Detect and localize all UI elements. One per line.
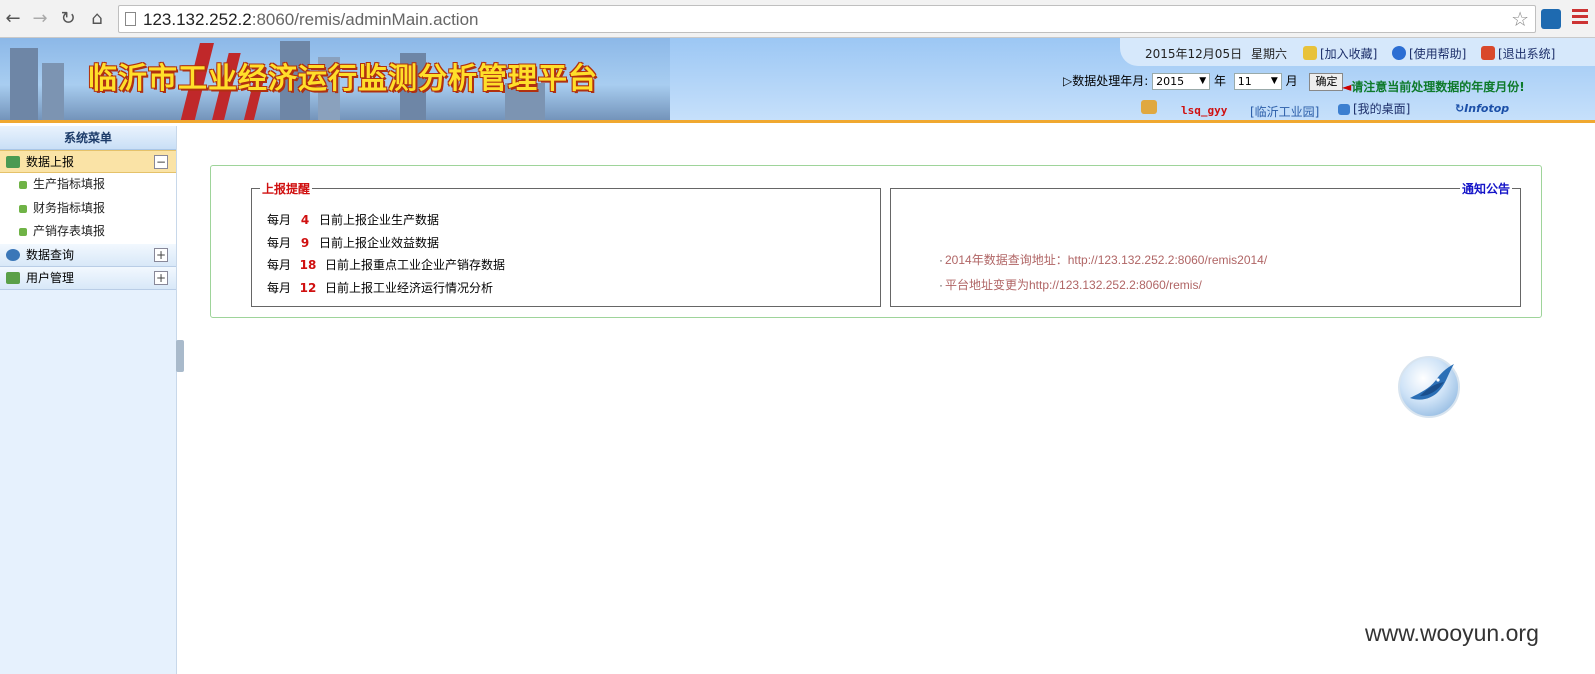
back-arrow-icon[interactable]: ←	[2, 8, 24, 30]
infotop-logo: ↻Infotop	[1455, 102, 1510, 115]
gear-icon	[6, 248, 20, 261]
url-text[interactable]: 123.132.252.2:8060/remis/adminMain.actio…	[143, 9, 479, 31]
year-select[interactable]: 2015 ▼	[1152, 73, 1211, 90]
users-icon	[1141, 100, 1160, 115]
confirm-button[interactable]: 确定	[1309, 72, 1344, 91]
forward-arrow-icon[interactable]: →	[29, 8, 51, 30]
header-top-links: 2015年12月05日 星期六 [加入收藏] [使用帮助] [退出系统]	[1120, 38, 1595, 66]
extension-icon[interactable]	[1541, 9, 1561, 29]
announcement-title: 通知公告	[1459, 180, 1512, 197]
page-title: 临沂市工业经济运行监测分析管理平台	[88, 61, 599, 95]
bird-logo-icon[interactable]	[1398, 356, 1460, 418]
power-icon	[1481, 46, 1495, 60]
sidebar-item-production[interactable]: 生产指标填报	[0, 173, 176, 197]
sidebar-group-label: 数据查询	[26, 247, 75, 262]
report-icon	[6, 156, 20, 168]
favorite-icon	[1303, 46, 1317, 60]
page-icon	[125, 12, 136, 26]
bullet-icon	[19, 204, 27, 213]
announcement-box: 通知公告 · 2014年数据查询地址：http://123.132.252.2:8…	[890, 180, 1521, 307]
sidebar-group-label: 用户管理	[26, 270, 75, 285]
browser-toolbar: ← → ↻ ⌂ 123.132.252.2:8060/remis/adminMa…	[0, 0, 1595, 38]
sidebar-group-data-report[interactable]: 数据上报 −	[0, 150, 176, 173]
collapse-icon[interactable]: −	[154, 155, 168, 169]
watermark: www.wooyun.org	[1365, 620, 1539, 646]
address-bar[interactable]: 123.132.252.2:8060/remis/adminMain.actio…	[118, 5, 1536, 33]
sidebar-group-label: 数据上报	[26, 155, 75, 169]
expand-icon[interactable]: +	[154, 247, 168, 262]
sidebar-item-finance[interactable]: 财务指标填报	[0, 196, 176, 220]
users-icon	[6, 271, 20, 284]
desktop-link[interactable]: [我的桌面]	[1338, 100, 1410, 117]
monitor-icon	[1338, 104, 1350, 115]
browser-menu-icon[interactable]	[1572, 9, 1588, 29]
bullet-icon	[19, 181, 27, 189]
flag-icon: ◄	[1342, 80, 1352, 94]
announcement-item[interactable]: · 2014年数据查询地址：http://123.132.252.2:8060/r…	[939, 251, 1267, 268]
reminder-row: 每月 9 日前上报企业效益数据	[267, 236, 440, 250]
user-name: lsq_gyy	[1181, 104, 1228, 117]
help-icon	[1392, 46, 1406, 60]
add-favorite-link[interactable]: [加入收藏]	[1303, 45, 1377, 62]
sidebar-group-data-query[interactable]: 数据查询 +	[0, 243, 176, 267]
reminder-row: 每月 4 日前上报企业生产数据	[267, 213, 440, 227]
sidebar-item-inventory[interactable]: 产销存表填报	[0, 220, 176, 244]
period-selector: ▷数据处理年月: 2015 ▼ 年 11 ▼ 月 确定	[1063, 72, 1344, 91]
bookmark-star-icon[interactable]: ☆	[1511, 8, 1529, 30]
period-notice: ◄请注意当前处理数据的年度月份!	[1342, 80, 1525, 94]
announcement-item[interactable]: · 平台地址变更为http://123.132.252.2:8060/remis/	[939, 276, 1202, 293]
park-link[interactable]: [临沂工业园]	[1250, 103, 1319, 120]
reminder-row: 每月 18 日前上报重点工业企业产销存数据	[267, 258, 506, 272]
reminder-title: 上报提醒	[260, 180, 313, 197]
current-date: 2015年12月05日	[1145, 47, 1243, 61]
reminder-box: 上报提醒 每月 4 日前上报企业生产数据 每月 9 日前上报企业效益数据 每月 18 日前上…	[251, 180, 881, 307]
reminder-row: 每月 12 日前上报工业经济运行情况分析	[267, 281, 494, 295]
help-link[interactable]: [使用帮助]	[1392, 45, 1466, 62]
sidebar-group-user-management[interactable]: 用户管理 +	[0, 266, 176, 290]
header-banner: 临沂市工业经济运行监测分析管理平台 2015年12月05日 星期六 [加入收藏]…	[0, 38, 1595, 123]
logout-link[interactable]: [退出系统]	[1481, 45, 1555, 62]
main-panel: 上报提醒 每月 4 日前上报企业生产数据 每月 9 日前上报企业效益数据 每月 18 日前上…	[210, 165, 1542, 318]
expand-icon[interactable]: +	[154, 270, 168, 285]
bullet-icon	[19, 228, 27, 236]
sidebar: 系统菜单 数据上报 − 生产指标填报 财务指标填报 产销存表填报 数据查询 + …	[0, 126, 177, 674]
home-icon[interactable]: ⌂	[86, 8, 108, 30]
sidebar-collapse-handle[interactable]	[176, 340, 184, 372]
month-select[interactable]: 11 ▼	[1233, 73, 1282, 90]
reload-icon[interactable]: ↻	[57, 8, 79, 30]
sidebar-title: 系统菜单	[0, 126, 176, 150]
weekday: 星期六	[1251, 47, 1288, 61]
